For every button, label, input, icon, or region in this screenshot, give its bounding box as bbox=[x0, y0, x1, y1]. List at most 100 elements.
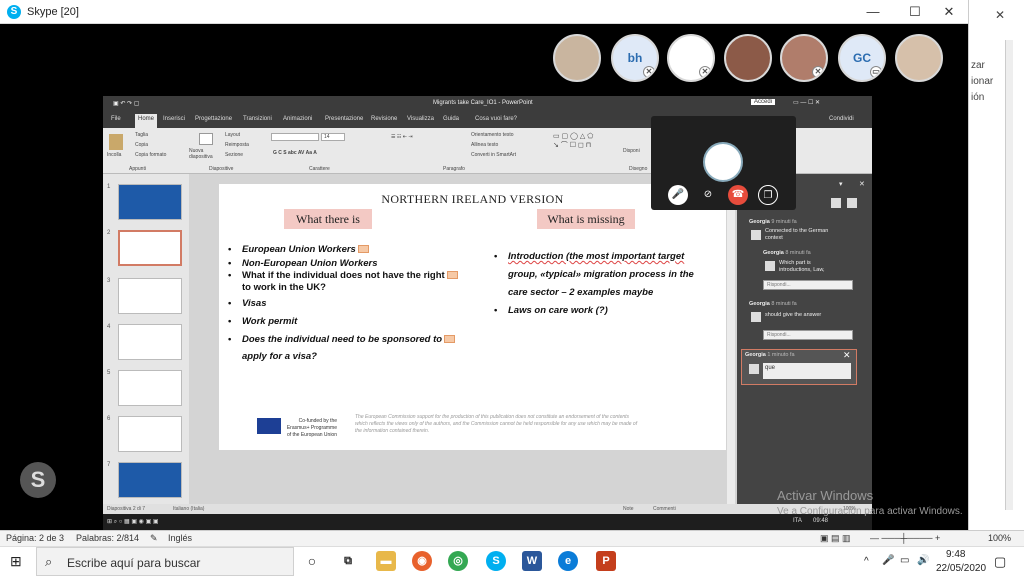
microphone-button[interactable]: 🎤 bbox=[668, 185, 688, 205]
tray-overflow-icon[interactable]: ^ bbox=[864, 556, 869, 567]
tab-help[interactable]: Guida bbox=[443, 116, 459, 122]
slide-thumbnail-2[interactable] bbox=[118, 230, 182, 266]
participant-avatar[interactable]: GC ▭ bbox=[838, 34, 886, 82]
list-buttons[interactable]: ☰ ☷ ⇤ ⇥ bbox=[391, 134, 413, 140]
close-button[interactable]: ✕ bbox=[932, 0, 966, 24]
tab-design[interactable]: Progettazione bbox=[195, 116, 232, 122]
tab-review[interactable]: Revisione bbox=[371, 116, 397, 122]
volume-icon[interactable]: 🔊 bbox=[917, 555, 929, 566]
taskbar-search-box[interactable]: ⌕ Escribe aquí para buscar bbox=[36, 547, 294, 576]
arrange-button[interactable]: Disponi bbox=[623, 148, 640, 154]
current-slide[interactable]: NORTHERN IRELAND VERSION What there is W… bbox=[219, 184, 726, 450]
new-slide-button[interactable]: Nuova diapositiva bbox=[189, 148, 219, 160]
edge-icon[interactable]: e bbox=[558, 551, 578, 571]
windows-start-icon[interactable]: ⊞ bbox=[10, 553, 22, 570]
sign-in-button[interactable]: Accedi bbox=[751, 99, 776, 105]
participant-avatar[interactable] bbox=[553, 34, 601, 82]
reply-input[interactable]: Rispondi... bbox=[763, 280, 853, 290]
microphone-tray-icon[interactable]: 🎤 bbox=[882, 555, 894, 566]
view-buttons[interactable]: ▣ ▤ ▥ bbox=[820, 533, 851, 544]
maximize-button[interactable]: ☐ bbox=[898, 0, 932, 24]
skype-taskbar-icon[interactable]: S bbox=[486, 551, 506, 571]
new-comment-icon[interactable] bbox=[831, 198, 841, 208]
video-off-button[interactable]: ⊘ bbox=[698, 185, 718, 205]
slide-scrollbar[interactable] bbox=[727, 174, 735, 504]
clock-date[interactable]: 22/05/2020 bbox=[936, 563, 986, 574]
comment-icon[interactable] bbox=[357, 245, 369, 254]
powerpoint-icon[interactable]: P bbox=[596, 551, 616, 571]
close-pane-icon[interactable]: ✕ bbox=[859, 180, 865, 188]
tab-animations[interactable]: Animazioni bbox=[283, 116, 312, 122]
comment-icon[interactable] bbox=[446, 271, 458, 280]
notes-button[interactable]: Note bbox=[623, 506, 634, 512]
new-slide-icon[interactable] bbox=[199, 133, 213, 145]
firefox-icon[interactable]: ◉ bbox=[412, 551, 432, 571]
comments-button[interactable]: Commenti bbox=[653, 506, 676, 512]
next-comment-icon[interactable] bbox=[847, 198, 857, 208]
language-indicator[interactable]: Inglés bbox=[168, 533, 192, 543]
word-count[interactable]: Palabras: 2/814 bbox=[76, 533, 139, 543]
align-text-button[interactable]: Allinea testo bbox=[471, 142, 498, 148]
tab-file[interactable]: File bbox=[111, 116, 121, 122]
font-size-select[interactable]: 14 bbox=[321, 133, 345, 141]
tab-home[interactable]: Home bbox=[135, 114, 158, 128]
slide-thumbnail-7[interactable] bbox=[118, 462, 182, 498]
slide-heading: NORTHERN IRELAND VERSION bbox=[381, 192, 564, 206]
network-icon[interactable]: ▭ bbox=[900, 555, 909, 566]
smartart-button[interactable]: Converti in SmartArt bbox=[471, 152, 516, 158]
paste-button[interactable]: Incolla bbox=[107, 152, 121, 158]
page-indicator[interactable]: Página: 2 de 3 bbox=[6, 533, 64, 543]
share-button[interactable]: Condividi bbox=[829, 116, 854, 122]
slide-thumbnail-1[interactable] bbox=[118, 184, 182, 220]
slide-number: 4 bbox=[107, 324, 111, 330]
save-icon[interactable]: ▣ ↶ ↷ ▢ bbox=[113, 100, 139, 107]
slide-thumbnail-6[interactable] bbox=[118, 416, 182, 452]
chrome-icon[interactable]: ◎ bbox=[448, 551, 468, 571]
text-format-buttons[interactable]: G C S abc AV Aa A bbox=[273, 150, 317, 156]
tab-slideshow[interactable]: Presentazione bbox=[325, 116, 363, 122]
font-family-select[interactable] bbox=[271, 133, 319, 141]
reply-input[interactable]: Rispondi... bbox=[763, 330, 853, 340]
participant-avatar[interactable] bbox=[895, 34, 943, 82]
copy-button[interactable]: Copia bbox=[135, 142, 148, 148]
shapes-gallery[interactable]: ▭ ▢ ◯ △ ⬠ ↘ ⌒ ☐ ◻ ⊓ bbox=[553, 132, 593, 150]
word-icon[interactable]: W bbox=[522, 551, 542, 571]
participant-avatar[interactable]: ✕ bbox=[667, 34, 715, 82]
clock-time[interactable]: 9:48 bbox=[946, 549, 965, 560]
zoom-level[interactable]: 100% bbox=[988, 533, 1011, 543]
file-explorer-icon[interactable]: ▬ bbox=[376, 551, 396, 571]
zoom-slider[interactable]: — ───┼──── + bbox=[870, 533, 940, 543]
tell-me-search[interactable]: Cosa vuoi fare? bbox=[475, 116, 517, 122]
cut-button[interactable]: Taglia bbox=[135, 132, 148, 138]
participant-avatar[interactable]: bh ✕ bbox=[611, 34, 659, 82]
layout-button[interactable]: Layout bbox=[225, 132, 240, 138]
text-direction-button[interactable]: Orientamento testo bbox=[471, 132, 514, 138]
word-scrollbar[interactable] bbox=[1005, 40, 1013, 510]
group-label: Appunti bbox=[129, 166, 146, 172]
participant-avatar[interactable]: ✕ bbox=[780, 34, 828, 82]
participant-avatar[interactable] bbox=[724, 34, 772, 82]
format-painter-button[interactable]: Copia formato bbox=[135, 152, 166, 158]
proofing-icon[interactable]: ✎ bbox=[150, 533, 158, 544]
pane-options-icon[interactable]: ▾ bbox=[839, 180, 843, 188]
tab-insert[interactable]: Inserisci bbox=[163, 116, 185, 122]
slide-thumbnail-3[interactable] bbox=[118, 278, 182, 314]
task-view-icon[interactable]: ⧉ bbox=[338, 551, 358, 571]
delete-comment-icon[interactable]: ✕ bbox=[843, 350, 851, 361]
word-close-icon[interactable]: ✕ bbox=[995, 8, 1005, 22]
comment-edit-input[interactable]: que bbox=[763, 363, 851, 379]
notifications-icon[interactable]: ▢ bbox=[994, 554, 1006, 570]
share-screen-button[interactable]: ❐ bbox=[758, 185, 778, 205]
reset-button[interactable]: Reimposta bbox=[225, 142, 249, 148]
end-call-button[interactable]: ☎ bbox=[728, 185, 748, 205]
tab-transitions[interactable]: Transizioni bbox=[243, 116, 272, 122]
comment-icon[interactable] bbox=[444, 335, 456, 344]
cortana-icon[interactable]: ○ bbox=[302, 551, 322, 571]
tab-view[interactable]: Visualizza bbox=[407, 116, 434, 122]
slide-thumbnail-4[interactable] bbox=[118, 324, 182, 360]
minimize-button[interactable]: — bbox=[856, 0, 890, 24]
slide-thumbnail-5[interactable] bbox=[118, 370, 182, 406]
paste-icon[interactable] bbox=[109, 134, 123, 150]
section-button[interactable]: Sezione bbox=[225, 152, 243, 158]
ppt-window-controls[interactable]: ▭ — ☐ ✕ bbox=[793, 99, 820, 106]
